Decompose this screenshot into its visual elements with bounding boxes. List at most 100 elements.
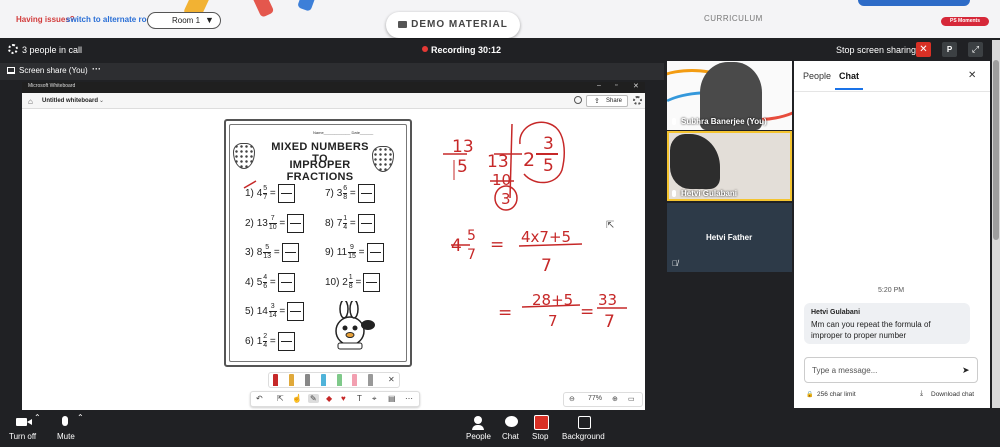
stop-label[interactable]: Stop	[532, 432, 548, 441]
control-bar	[0, 410, 1000, 447]
ink-eq3-res-num: 33	[598, 291, 618, 309]
ink-eq2-rhs-num: 4x7+5	[521, 228, 572, 246]
divider	[794, 91, 990, 92]
ink-mixed-bar	[536, 153, 558, 155]
stop-sharing-label: Stop screen sharing	[836, 45, 917, 55]
pen-icon[interactable]: ✎	[308, 394, 319, 403]
chat-input-placeholder[interactable]: Type a message...	[812, 366, 877, 375]
ink-f1-den: 5	[457, 157, 468, 177]
tab-chat[interactable]: Chat	[839, 71, 859, 81]
download-icon[interactable]: ⤓	[920, 390, 923, 398]
participant-name-text: Hetvi Gulabani	[681, 189, 738, 198]
demo-material-button[interactable]: DEMO MATERIAL	[386, 12, 520, 38]
orange-pen-tool[interactable]	[289, 374, 294, 386]
folder-icon	[398, 20, 408, 28]
stop-sharing-button[interactable]: ✕	[916, 42, 931, 57]
ink-mixed-den: 5	[543, 156, 554, 176]
close-icon[interactable]: ✕	[968, 70, 976, 81]
mic-muted-icon: 🎙̸	[672, 259, 678, 268]
decorative-stripe	[251, 0, 275, 18]
ink-mixed-num: 3	[543, 134, 554, 154]
participant-name: Hetvi Gulabani	[672, 189, 737, 198]
ink-product: 10	[492, 171, 512, 189]
screen-icon	[7, 67, 15, 74]
mic-icon	[672, 190, 676, 198]
ink-eq3-num: 28+5	[532, 291, 574, 309]
mic-icon[interactable]	[62, 416, 68, 426]
profile-button[interactable]: P	[942, 42, 957, 57]
touch-icon[interactable]: ☝	[292, 394, 302, 403]
mute-label[interactable]: Mute	[57, 432, 75, 441]
zoom-out-icon[interactable]: ⊖	[569, 395, 575, 403]
mic-options-chevron[interactable]: ⌃	[77, 413, 84, 422]
turn-off-label[interactable]: Turn off	[9, 432, 36, 441]
gray-pen-tool[interactable]	[305, 374, 310, 386]
people-label[interactable]: People	[466, 432, 491, 441]
stop-icon[interactable]	[534, 415, 549, 430]
switch-room-link[interactable]: switch to alternate room	[66, 15, 158, 24]
more-icon[interactable]: ⋯	[405, 394, 413, 403]
restore-icon[interactable]: ▫	[615, 82, 617, 89]
reactions-icon[interactable]: ♥	[341, 394, 346, 403]
select-icon[interactable]: ⇱	[277, 394, 284, 403]
ink-eq2-num: 5	[467, 228, 476, 244]
send-icon[interactable]: ➤	[962, 365, 970, 376]
clock-icon[interactable]	[574, 96, 582, 104]
text-icon[interactable]: T	[357, 394, 362, 403]
board-name[interactable]: Untitled whiteboard	[42, 98, 98, 104]
chevron-down-icon[interactable]: ⌄	[99, 97, 104, 104]
ink-mixed-whole: 2	[523, 149, 536, 171]
participant-name: Hetvi Father	[706, 233, 753, 242]
decorative-stripe	[297, 0, 317, 12]
camera-options-chevron[interactable]: ⌃	[34, 413, 41, 422]
ink-eq2-equals: =	[490, 235, 505, 255]
expand-icon[interactable]: ⤢	[968, 42, 983, 57]
char-limit: 256 char limit	[817, 391, 856, 398]
zoom-level: 77%	[588, 395, 603, 402]
minimize-icon[interactable]: –	[597, 82, 601, 89]
shapes-icon[interactable]: ◆	[326, 394, 332, 403]
mic-icon	[672, 118, 676, 126]
pink-eraser-tool[interactable]	[352, 374, 357, 386]
message-time: 5:20 PM	[878, 287, 905, 294]
people-count: 3 people in call	[22, 45, 83, 55]
message-sender: Hetvi Gulabani	[811, 309, 861, 316]
chat-label[interactable]: Chat	[502, 432, 519, 441]
close-icon[interactable]: ✕	[633, 82, 639, 90]
screenshare-more-button[interactable]: ···	[92, 64, 101, 74]
undo-icon[interactable]: ↶	[256, 394, 263, 403]
download-chat-link[interactable]: Download chat	[931, 391, 974, 398]
ink-eq2-den: 7	[467, 247, 476, 263]
gear-icon[interactable]	[8, 44, 18, 54]
people-icon[interactable]	[474, 416, 482, 424]
mouse-cursor-icon: ⇱	[606, 220, 615, 231]
lock-icon: 🔒	[806, 392, 814, 398]
scrollbar-thumb[interactable]	[993, 60, 999, 240]
tab-people[interactable]: People	[803, 71, 831, 81]
whiteboard-toolbar	[22, 93, 645, 109]
classroom-logo	[858, 0, 970, 6]
ps-moments-badge[interactable]: PS Moments	[941, 17, 989, 26]
fit-screen-icon[interactable]: ▭	[628, 395, 635, 403]
curriculum-link[interactable]: CURRICULUM	[704, 14, 763, 23]
ink-eq3-equals2: =	[580, 302, 595, 322]
home-icon[interactable]: ⌂	[28, 97, 33, 106]
ruler-tool[interactable]	[368, 374, 373, 386]
close-icon[interactable]: ✕	[388, 375, 395, 384]
settings-icon[interactable]	[633, 96, 642, 105]
ink-eq3-equals1: =	[498, 303, 513, 323]
pen-tray	[268, 372, 400, 388]
red-pen-tool[interactable]	[273, 374, 278, 386]
room-select[interactable]: Room 1 ▼	[147, 12, 221, 29]
chat-icon[interactable]	[505, 416, 518, 427]
camera-icon[interactable]	[16, 417, 34, 427]
zoom-in-icon[interactable]: ⊕	[612, 395, 618, 403]
insert-icon[interactable]: ▤	[388, 394, 396, 403]
green-highlighter-tool[interactable]	[337, 374, 342, 386]
blue-highlighter-tool[interactable]	[321, 374, 326, 386]
lasso-icon[interactable]: ⌖	[372, 394, 377, 404]
background-label[interactable]: Background	[562, 432, 605, 441]
whiteboard-share-button[interactable]: ⇪ Share	[586, 95, 628, 107]
background-icon[interactable]	[578, 416, 591, 429]
ink-eq3-den: 7	[548, 312, 558, 330]
